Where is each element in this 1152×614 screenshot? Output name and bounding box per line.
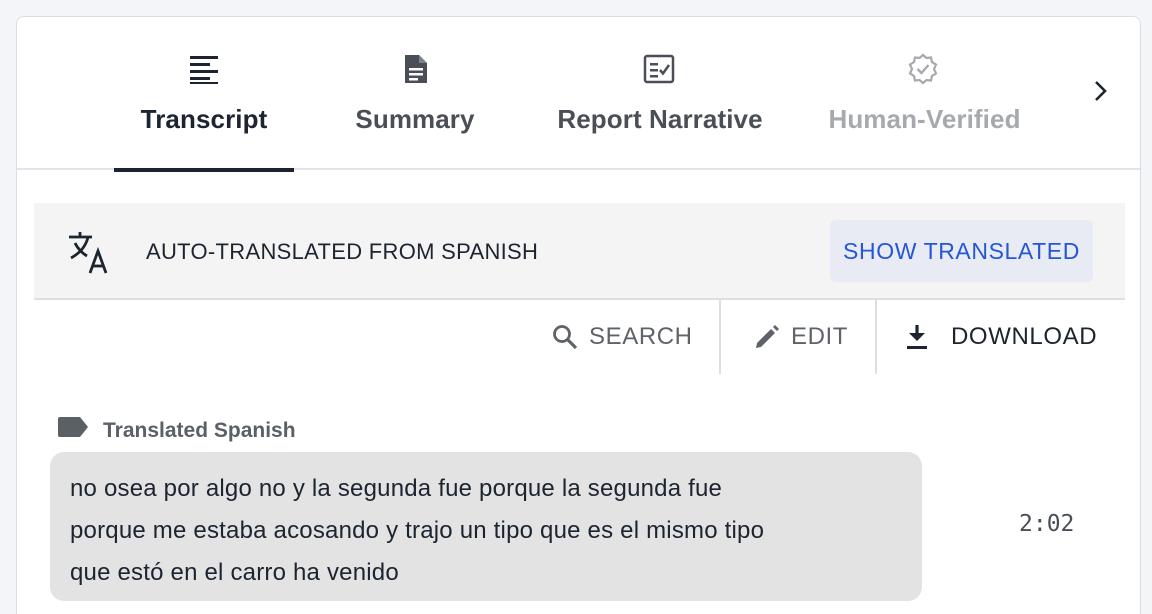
search-button[interactable]: SEARCH [551,300,693,374]
tab-bar: Transcript Summary Report Narrative Huma… [17,17,1140,172]
segment-text-line: que estó en el carro ha venido [70,559,399,586]
download-label: DOWNLOAD [951,323,1098,350]
search-label: SEARCH [589,323,693,350]
transcript-segment[interactable]: no osea por algo no y la segunda fue por… [50,452,922,601]
pencil-icon [756,325,779,348]
toolbar-divider [875,300,877,374]
edit-label: EDIT [791,323,849,350]
transcript-lines-icon [190,56,218,84]
translation-notice: AUTO-TRANSLATED FROM SPANISH [146,239,539,264]
tab-summary-label: Summary [355,104,475,134]
tab-report-narrative-label: Report Narrative [557,104,763,134]
verified-badge-icon [908,53,938,85]
speaker-tag: Translated Spanish [57,411,296,443]
segment-text-line: no osea por algo no y la segunda fue por… [70,475,723,502]
document-icon [405,55,427,83]
show-translated-button[interactable]: SHOW TRANSLATED [830,220,1093,282]
download-button[interactable]: DOWNLOAD [903,300,1097,374]
tab-human-verified-label: Human-Verified [828,104,1021,134]
tab-summary[interactable]: Summary [335,17,495,170]
transcript-panel: Transcript Summary Report Narrative Huma… [16,16,1141,614]
edit-button[interactable]: EDIT [753,300,848,374]
segment-timestamp[interactable]: 2:02 [1019,511,1074,537]
active-tab-indicator [114,168,294,172]
checklist-icon [643,54,675,84]
translation-banner: AUTO-TRANSLATED FROM SPANISH SHOW TRANSL… [34,203,1125,300]
transcript-toolbar: SEARCH EDIT DOWNLOAD [17,300,1140,374]
label-tag-icon [58,417,88,437]
segment-text-line: porque me estaba acosando y trajo un tip… [70,517,765,544]
tab-human-verified[interactable]: Human-Verified [817,17,1032,170]
tab-transcript-label: Transcript [140,104,268,134]
translate-icon [69,232,108,274]
tab-report-narrative[interactable]: Report Narrative [537,17,783,170]
search-icon [553,325,578,350]
toolbar-divider [719,300,721,374]
chevron-right-icon[interactable] [1085,75,1117,107]
speaker-label: Translated Spanish [103,419,296,442]
tab-transcript[interactable]: Transcript [114,17,294,172]
download-icon [907,325,927,349]
